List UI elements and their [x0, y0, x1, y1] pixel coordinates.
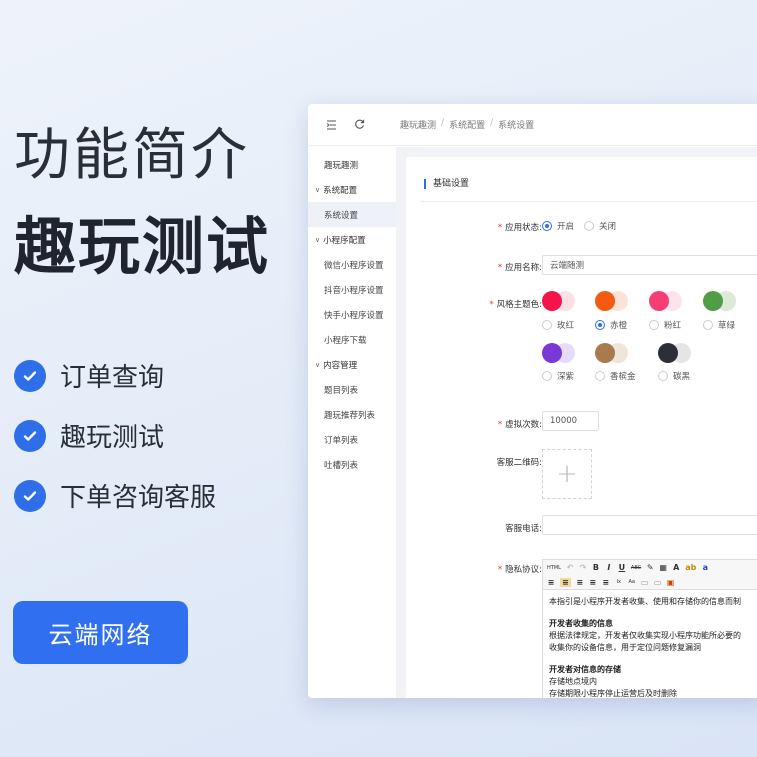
html-source-button[interactable]: HTML [547, 565, 561, 571]
chevron-down-icon: ∨ [315, 235, 321, 244]
privacy-label: * 隐私协议: [497, 565, 542, 575]
align-center-icon[interactable]: ≡ [576, 578, 584, 587]
feature-label: 订单查询 [60, 363, 165, 393]
align-justify-icon[interactable]: ≡ [560, 577, 571, 587]
check-icon [14, 359, 46, 392]
privacy-editor[interactable]: HTML ↶ ↷ B I U ABC ✎ ▦ A ab a ≡ ≡ ≡ ≡ ≡ … [542, 559, 757, 698]
strikethrough-button[interactable]: ABC [631, 565, 641, 571]
editor-toolbar-row2: ≡ ≡ ≡ ≡ ≡ Ix Aa ▭ ▭ ▣ [543, 575, 757, 590]
theme-swatch-rose[interactable] [542, 291, 576, 311]
theme-swatch-pink[interactable] [649, 291, 683, 311]
theme-option-gold[interactable]: 香槟金 [595, 370, 636, 382]
align-right-icon[interactable]: ≡ [589, 578, 597, 587]
highlight-button[interactable]: ab [685, 563, 696, 572]
sidebar-group-system[interactable]: ∨ 系统配置 [308, 177, 396, 202]
feature-label: 趣玩测试 [60, 423, 165, 453]
app-name-label: * 应用名称: [497, 263, 542, 273]
sidebar-item-download[interactable]: 小程序下载 [308, 327, 396, 352]
sidebar-item-douyin[interactable]: 抖音小程序设置 [308, 277, 396, 302]
theme-label: * 风格主题色: [489, 300, 542, 310]
feature-item: 订单查询 [14, 357, 164, 394]
hero-subtitle: 趣玩测试 [14, 210, 271, 283]
menu-fold-icon[interactable] [324, 118, 338, 132]
sidebar-item-orders[interactable]: 订单列表 [308, 427, 396, 452]
sidebar: 趣玩趣测 ∨ 系统配置 系统设置 ∨ 小程序配置 微信小程序设置 抖音小程序设置 快… [308, 147, 396, 698]
check-icon [14, 479, 46, 512]
radio-close[interactable]: 关闭 [584, 220, 616, 232]
admin-window: 趣玩趣测 / 系统配置 / 系统设置 趣玩趣测 ∨ 系统配置 系统设置 ∨ 小程序配… [308, 104, 757, 698]
virtual-count-label: * 虚拟次数: [497, 420, 542, 430]
sidebar-item-system-settings[interactable]: 系统设置 [308, 202, 396, 227]
brand-button[interactable]: 云端网络 [13, 601, 188, 664]
editor-content[interactable]: 本指引是小程序开发者收集、使用和存储你的信息而制 开发者收集的信息 根据法律规定… [543, 590, 757, 698]
virtual-count-input[interactable]: 10000 [542, 411, 599, 431]
refresh-icon[interactable] [352, 118, 366, 132]
theme-option-orange[interactable]: 赤橙 [595, 319, 627, 331]
table-icon[interactable]: ▦ [659, 563, 667, 572]
hr-icon[interactable]: ▭ [641, 578, 649, 587]
theme-swatch-green[interactable] [703, 291, 737, 311]
qr-code-label: 客服二维码: [496, 458, 542, 468]
app-name-input[interactable]: 云端随测 [542, 255, 757, 275]
font-size-button[interactable]: a [701, 563, 709, 572]
theme-option-green[interactable]: 草绿 [703, 319, 735, 331]
phone-input[interactable] [542, 515, 757, 535]
sidebar-item-wechat[interactable]: 微信小程序设置 [308, 252, 396, 277]
sidebar-item-home[interactable]: 趣玩趣测 [308, 152, 396, 177]
main-content: 基础设置 * 应用状态: 开启 关闭 * 应用名称: 云端随测 * 风格主题色: 玫红… [396, 147, 757, 698]
sidebar-group-miniprogram[interactable]: ∨ 小程序配置 [308, 227, 396, 252]
breadcrumb-item[interactable]: 系统配置 [449, 118, 485, 131]
sidebar-group-content[interactable]: ∨ 内容管理 [308, 352, 396, 377]
theme-swatch-gold[interactable] [595, 343, 629, 363]
italic-button[interactable]: I [605, 563, 613, 572]
section-title: 基础设置 [424, 179, 469, 189]
sidebar-item-feedback[interactable]: 吐槽列表 [308, 452, 396, 477]
format-brush-icon[interactable]: ✎ [646, 563, 654, 572]
theme-swatch-orange[interactable] [595, 291, 629, 311]
plus-icon: + [556, 459, 578, 489]
theme-option-black[interactable]: 碳黑 [658, 370, 690, 382]
align-distribute-icon[interactable]: ≡ [602, 578, 610, 587]
align-left-icon[interactable]: ≡ [547, 578, 555, 587]
undo-button[interactable]: ↶ [566, 563, 574, 572]
check-icon [14, 419, 46, 452]
app-status-label: * 应用状态: [497, 223, 542, 233]
hero-title: 功能简介 [14, 123, 250, 188]
hero-panel: 功能简介 趣玩测试 订单查询 趣玩测试 下单咨询客服 云端网络 [0, 0, 320, 757]
phone-label: 客服电话: [505, 524, 542, 534]
case-icon[interactable]: Aa [628, 579, 636, 585]
theme-option-rose[interactable]: 玫红 [542, 319, 574, 331]
feature-item: 下单咨询客服 [14, 477, 216, 514]
theme-option-pink[interactable]: 粉红 [649, 319, 681, 331]
font-color-button[interactable]: A [672, 563, 680, 572]
link-icon[interactable]: ▭ [654, 578, 662, 587]
radio-open[interactable]: 开启 [542, 220, 574, 232]
redo-button[interactable]: ↷ [579, 563, 587, 572]
theme-option-purple[interactable]: 深紫 [542, 370, 574, 382]
bold-button[interactable]: B [592, 563, 600, 572]
breadcrumb-item: 系统设置 [498, 121, 535, 131]
theme-swatch-black[interactable] [658, 343, 692, 363]
image-icon[interactable]: ▣ [667, 578, 675, 587]
top-bar: 趣玩趣测 / 系统配置 / 系统设置 [308, 104, 757, 146]
sidebar-item-recommend[interactable]: 趣玩推荐列表 [308, 402, 396, 427]
theme-swatch-purple[interactable] [542, 343, 576, 363]
qr-upload[interactable]: + [542, 449, 592, 499]
editor-toolbar: HTML ↶ ↷ B I U ABC ✎ ▦ A ab a [543, 560, 757, 575]
underline-button[interactable]: U [618, 563, 626, 572]
breadcrumb: 趣玩趣测 / 系统配置 / 系统设置 [400, 118, 535, 131]
sidebar-item-kuaishou[interactable]: 快手小程序设置 [308, 302, 396, 327]
chevron-down-icon: ∨ [315, 360, 321, 369]
sidebar-item-questions[interactable]: 题目列表 [308, 377, 396, 402]
breadcrumb-item[interactable]: 趣玩趣测 [400, 118, 436, 131]
feature-label: 下单咨询客服 [60, 483, 217, 513]
clear-format-icon[interactable]: Ix [615, 579, 623, 585]
chevron-down-icon: ∨ [315, 185, 321, 194]
settings-card: 基础设置 * 应用状态: 开启 关闭 * 应用名称: 云端随测 * 风格主题色: 玫红… [406, 157, 757, 698]
feature-item: 趣玩测试 [14, 417, 164, 454]
